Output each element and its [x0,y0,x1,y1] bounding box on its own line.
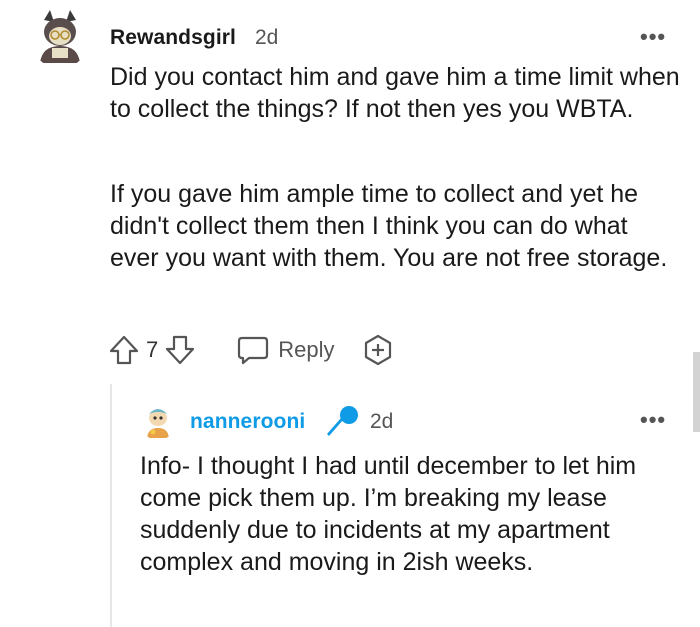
reply-label: Reply [278,337,335,362]
reply-username[interactable]: nannerooni [190,410,305,434]
speech-bubble-icon [236,334,270,366]
reply-button[interactable]: Reply [236,334,335,366]
avatar[interactable] [30,8,90,68]
comment-actions: 7 Reply [106,330,395,370]
more-dots-icon[interactable]: ••• [640,409,666,431]
scrollbar[interactable] [693,352,700,432]
microphone-icon [322,404,360,440]
reply-timestamp: 2d [370,410,394,433]
comment-paragraph: Did you contact him and gave him a time … [110,63,680,123]
more-dots-icon[interactable]: ••• [640,26,666,48]
comment-username[interactable]: Rewandsgirl [110,26,236,50]
plus-award-icon[interactable] [361,333,395,367]
comment-timestamp: 2d [255,26,279,49]
thread-line[interactable] [110,384,112,627]
vote-count: 7 [146,337,159,362]
avatar[interactable] [140,404,176,440]
comment-paragraph: If you gave him ample time to collect an… [110,180,668,272]
arrow-up-icon[interactable] [106,332,142,368]
arrow-down-icon[interactable] [162,332,198,368]
reply-body: Info- I thought I had until december to … [140,452,637,576]
